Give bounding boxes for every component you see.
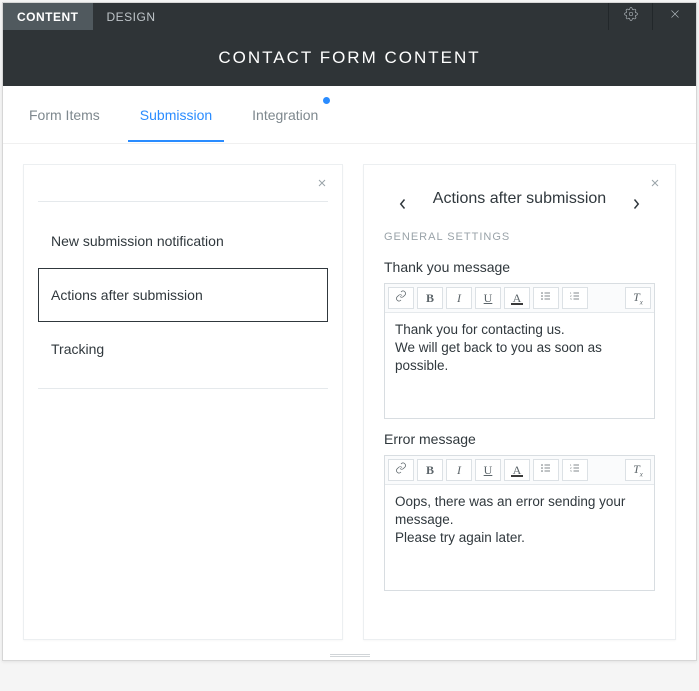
chevron-left-icon <box>399 197 407 215</box>
toolbar-link-button[interactable] <box>388 287 414 309</box>
svg-text:3: 3 <box>570 469 572 473</box>
toolbar-italic-button[interactable]: I <box>446 459 472 481</box>
menu-item-actions-after-submission[interactable]: Actions after submission <box>38 268 328 322</box>
contact-form-content-dialog: CONTENT DESIGN CONTACT FORM CONTENT Form… <box>2 2 697 661</box>
chevron-right-icon <box>632 197 640 215</box>
top-tab-design[interactable]: DESIGN <box>93 3 170 30</box>
toolbar-clear-format-button[interactable]: Tx <box>625 287 651 309</box>
top-tab-content[interactable]: CONTENT <box>3 3 93 30</box>
dialog-title: CONTACT FORM CONTENT <box>218 48 480 68</box>
svg-text:3: 3 <box>570 297 572 301</box>
dialog-resize-handle[interactable] <box>330 654 370 658</box>
subtab-submission[interactable]: Submission <box>138 89 214 141</box>
divider <box>38 388 328 389</box>
toolbar-clear-format-button[interactable]: Tx <box>625 459 651 481</box>
bold-icon: B <box>426 463 434 478</box>
toolbar-bold-button[interactable]: B <box>417 459 443 481</box>
numbered-list-icon: 123 <box>569 462 581 478</box>
field-thank-you-message: Thank you message B I U A 123 Tx <box>364 247 675 419</box>
rich-text-editor: B I U A 123 Tx <box>384 283 655 419</box>
content-subtabs: Form Items Submission Integration <box>3 86 696 144</box>
toolbar-text-color-button[interactable]: A <box>504 459 530 481</box>
toolbar-bold-button[interactable]: B <box>417 287 443 309</box>
bullet-list-icon <box>540 462 552 478</box>
menu-item-tracking[interactable]: Tracking <box>38 322 328 376</box>
link-icon <box>395 462 407 478</box>
toolbar-numbered-list-button[interactable]: 123 <box>562 287 588 309</box>
editor-toolbar: B I U A 123 Tx <box>385 456 654 485</box>
bullet-list-icon <box>540 290 552 306</box>
toolbar-bullet-list-button[interactable] <box>533 459 559 481</box>
close-icon <box>316 176 328 194</box>
dialog-body: New submission notification Actions afte… <box>3 144 696 660</box>
field-label: Thank you message <box>384 259 655 275</box>
toolbar-numbered-list-button[interactable]: 123 <box>562 459 588 481</box>
italic-icon: I <box>457 291 461 306</box>
next-section-button[interactable] <box>625 195 647 217</box>
rich-text-editor: B I U A 123 Tx <box>384 455 655 591</box>
toolbar-bullet-list-button[interactable] <box>533 287 559 309</box>
dialog-titlebar: CONTENT DESIGN <box>3 3 696 30</box>
toolbar-underline-button[interactable]: U <box>475 459 501 481</box>
gear-icon <box>624 7 638 26</box>
italic-icon: I <box>457 463 461 478</box>
submission-menu-panel: New submission notification Actions afte… <box>23 164 343 640</box>
clear-format-icon: Tx <box>633 290 643 306</box>
notification-dot <box>323 97 330 104</box>
thank-you-message-input[interactable] <box>385 313 654 413</box>
close-left-panel-button[interactable] <box>312 175 332 195</box>
toolbar-underline-button[interactable]: U <box>475 287 501 309</box>
bold-icon: B <box>426 291 434 306</box>
toolbar-text-color-button[interactable]: A <box>504 287 530 309</box>
editor-toolbar: B I U A 123 Tx <box>385 284 654 313</box>
section-label-general-settings: GENERAL SETTINGS <box>364 219 675 247</box>
text-color-icon: A <box>513 291 522 306</box>
detail-panel-title: Actions after submission <box>433 189 606 209</box>
numbered-list-icon: 123 <box>569 290 581 306</box>
settings-button[interactable] <box>608 3 652 30</box>
link-icon <box>395 290 407 306</box>
menu-item-new-submission-notification[interactable]: New submission notification <box>38 214 328 268</box>
underline-icon: U <box>484 291 493 306</box>
close-icon <box>668 7 682 26</box>
divider <box>38 201 328 202</box>
prev-section-button[interactable] <box>392 195 414 217</box>
subtab-integration[interactable]: Integration <box>250 89 320 141</box>
text-color-icon: A <box>513 463 522 478</box>
settings-detail-panel: Actions after submission GENERAL SETTING… <box>363 164 676 640</box>
error-message-input[interactable] <box>385 485 654 585</box>
toolbar-link-button[interactable] <box>388 459 414 481</box>
clear-format-icon: Tx <box>633 462 643 478</box>
field-error-message: Error message B I U A 123 Tx <box>364 419 675 591</box>
subtab-form-items[interactable]: Form Items <box>27 89 102 141</box>
close-dialog-button[interactable] <box>652 3 696 30</box>
field-label: Error message <box>384 431 655 447</box>
toolbar-italic-button[interactable]: I <box>446 287 472 309</box>
dialog-header: CONTACT FORM CONTENT <box>3 30 696 86</box>
underline-icon: U <box>484 463 493 478</box>
